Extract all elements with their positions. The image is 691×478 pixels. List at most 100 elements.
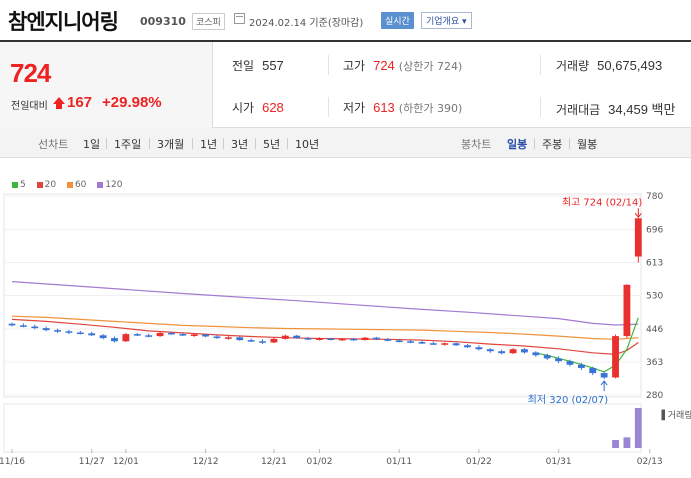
- candle-body: [452, 343, 460, 346]
- calendar-icon: [234, 13, 245, 24]
- reference-date: 2024.02.14 기준(장마감): [249, 18, 364, 29]
- tab-1d[interactable]: 1일: [83, 136, 100, 152]
- volume-bar: [634, 408, 642, 448]
- candle-body: [19, 325, 27, 327]
- company-info-dropdown[interactable]: 기업개요 ▾: [421, 12, 472, 29]
- divider: [540, 97, 541, 117]
- prev-close-value: 557: [262, 58, 284, 73]
- ma-legend: 5 20 60 120: [12, 180, 130, 190]
- divider: [328, 55, 329, 75]
- candle-body: [634, 218, 642, 257]
- tab-3m[interactable]: 3개월: [157, 136, 184, 152]
- ma5-line: [535, 317, 639, 373]
- candle-body: [327, 338, 335, 340]
- tab-weekly[interactable]: 주봉: [542, 136, 562, 152]
- candle-body: [486, 349, 494, 352]
- candle-body: [88, 333, 96, 336]
- legend-ma5: 5: [12, 180, 26, 190]
- candle-body: [76, 332, 84, 335]
- open-value: 628: [262, 100, 284, 115]
- legend-swatch: [97, 181, 104, 188]
- candle-body: [179, 334, 187, 336]
- candle-body: [395, 340, 403, 342]
- legend-swatch: [12, 181, 18, 188]
- tab-3y[interactable]: 3년: [231, 136, 248, 152]
- candle-body: [350, 338, 358, 341]
- candle-body: [464, 345, 471, 348]
- y-tick-label: 613: [646, 258, 663, 268]
- legend-label: 5: [20, 180, 26, 190]
- tab-daily[interactable]: 일봉: [507, 136, 527, 152]
- tab-divider: [149, 138, 150, 149]
- candle-body: [259, 341, 266, 343]
- candle-body: [372, 337, 380, 340]
- y-tick-label: 696: [646, 225, 663, 235]
- candle-body: [145, 335, 153, 337]
- legend-label: 120: [105, 180, 123, 190]
- up-arrow-icon: [53, 97, 65, 109]
- tab-divider: [287, 138, 288, 149]
- candle-body: [54, 330, 61, 332]
- x-tick-label: 11/16: [0, 457, 25, 467]
- low-annotation: 최저 320 (02/07): [528, 394, 609, 406]
- tab-10y[interactable]: 10년: [295, 136, 319, 152]
- high-price: 고가 724 (상한가 724): [343, 57, 462, 74]
- open-price: 시가 628: [232, 99, 284, 116]
- candle-body: [270, 338, 278, 343]
- y-tick-label: 530: [646, 292, 663, 302]
- candle-body: [600, 373, 608, 378]
- realtime-button[interactable]: 실시간: [381, 12, 414, 29]
- y-tick-label: 780: [646, 192, 663, 202]
- candle-body: [236, 337, 244, 341]
- candle-body: [555, 358, 563, 362]
- y-tick-label: 446: [646, 325, 663, 335]
- y-tick-label: 280: [646, 391, 663, 401]
- legend-ma120: 120: [97, 180, 122, 190]
- x-tick-label: 12/01: [113, 457, 139, 467]
- prev-close-label: 전일: [232, 59, 255, 73]
- x-tick-label: 11/27: [79, 457, 105, 467]
- market-badge: 코스피: [192, 13, 225, 30]
- candle-body: [8, 323, 16, 326]
- low-label: 저가: [343, 101, 366, 115]
- candle-body: [316, 338, 323, 340]
- chart-tabs: 선차트 1일 1주일 3개월 1년 3년 5년 10년 봉차트 일봉 주봉 월봉: [0, 128, 691, 158]
- candle-body: [429, 343, 437, 345]
- tab-monthly[interactable]: 월봉: [577, 136, 597, 152]
- candle-body: [543, 355, 551, 359]
- candle-body: [441, 343, 449, 345]
- change-value: 167: [67, 94, 93, 111]
- legend-label: 60: [74, 180, 87, 190]
- candle-body: [623, 284, 631, 337]
- current-price-box: 724 전일대비 167 +29.98%: [0, 42, 213, 128]
- candle-body: [532, 352, 540, 356]
- volume: 거래량 50,675,493: [556, 57, 662, 74]
- candlestick-chart: 280 363 446 530 613 696 780 11/16 11/27 12/01 12/1…: [0, 192, 691, 467]
- lower-limit: (하한가 390): [398, 102, 463, 115]
- candle-body: [361, 337, 369, 341]
- x-tick-label: 01/22: [466, 457, 492, 467]
- y-tick-label: 363: [646, 358, 663, 368]
- stock-code: 009310: [140, 15, 186, 28]
- low-value: 613: [373, 100, 395, 115]
- candle-body: [99, 335, 107, 339]
- tab-divider: [255, 138, 256, 149]
- x-tick-label: 01/11: [386, 457, 412, 467]
- tab-1y[interactable]: 1년: [200, 136, 217, 152]
- tab-divider: [569, 138, 570, 149]
- candle-body: [589, 367, 597, 374]
- tab-1w[interactable]: 1주일: [114, 136, 141, 152]
- candle-body: [338, 338, 346, 341]
- candle-body: [612, 336, 619, 378]
- ma120-line: [11, 281, 639, 326]
- price-summary: 724 전일대비 167 +29.98% 전일 557 고가 724 (상한가 724…: [0, 40, 691, 128]
- x-tick-label: 12/21: [261, 457, 287, 467]
- tab-5y[interactable]: 5년: [263, 136, 280, 152]
- divider: [328, 97, 329, 117]
- legend-label: 20: [44, 180, 57, 190]
- candle-body: [111, 338, 118, 342]
- x-tick-label: 01/02: [306, 457, 332, 467]
- volume-label: 거래량: [556, 59, 590, 73]
- x-tick-label: 01/31: [546, 457, 572, 467]
- stock-header: 참엔지니어링 009310 코스피 2024.02.14 기준(장마감) 실시간…: [0, 0, 691, 40]
